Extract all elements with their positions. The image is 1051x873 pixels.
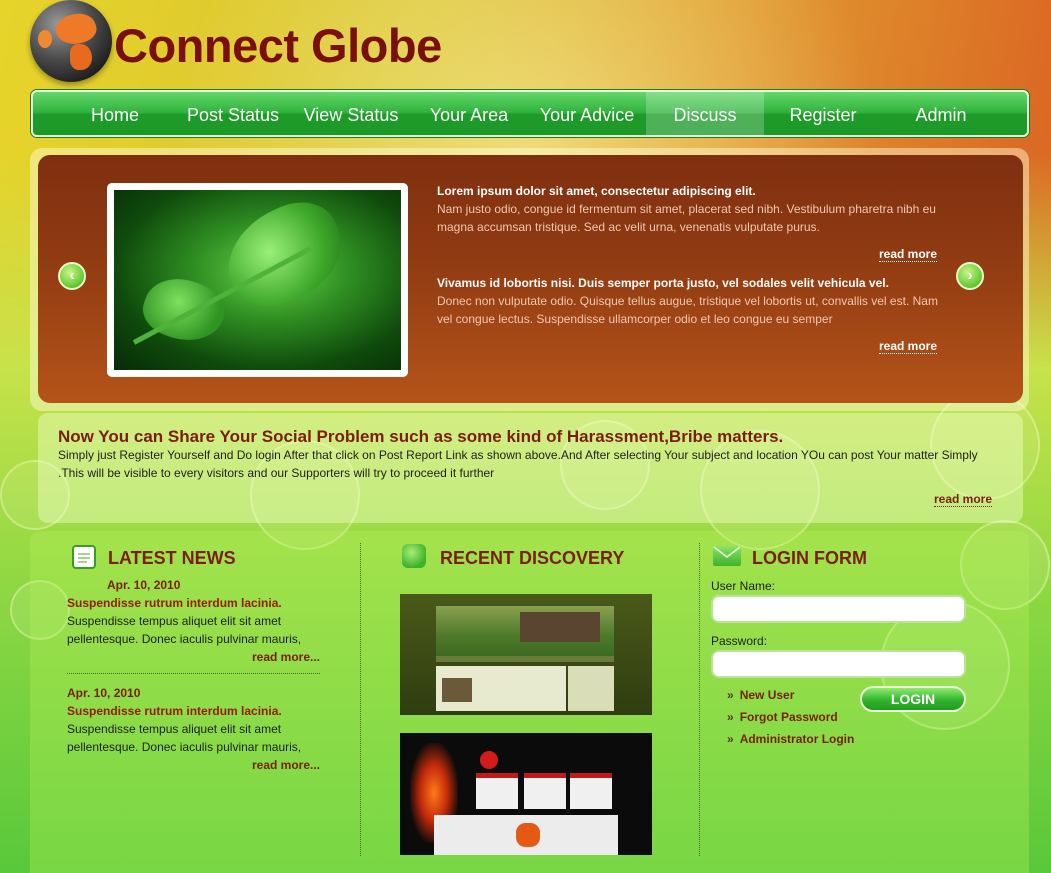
news-date: Apr. 10, 2010 bbox=[67, 686, 141, 700]
slide-body: Nam justo odio, congue id fermentum sit … bbox=[437, 202, 936, 234]
column-divider bbox=[360, 543, 361, 856]
nav-item-post-status[interactable]: Post Status bbox=[174, 92, 292, 135]
main-nav: Home Post Status View Status Your Area Y… bbox=[31, 90, 1029, 137]
slide-read-more-link[interactable]: read more bbox=[879, 339, 938, 354]
slide-item: Vivamus id lobortis nisi. Duis semper po… bbox=[437, 274, 942, 328]
site-title[interactable]: Connect Globe bbox=[114, 18, 442, 73]
slide-image bbox=[107, 183, 408, 377]
news-divider bbox=[67, 673, 320, 674]
forgot-password-link[interactable]: » Forgot Password bbox=[727, 710, 838, 724]
chat-bubble-icon bbox=[402, 544, 426, 568]
username-label: User Name: bbox=[711, 579, 776, 593]
slide-item: Lorem ipsum dolor sit amet, consectetur … bbox=[437, 182, 942, 236]
chevron-right-icon: » bbox=[727, 710, 734, 724]
news-item: Apr. 10, 2010 Suspendisse rutrum interdu… bbox=[67, 576, 327, 666]
leaf-photo bbox=[114, 190, 401, 370]
news-headline-link[interactable]: Suspendisse rutrum interdum lacinia. bbox=[67, 702, 327, 720]
intro-text: Simply just Register Yourself and Do log… bbox=[58, 448, 978, 480]
intro-read-more-link[interactable]: read more bbox=[934, 492, 993, 507]
notepad-icon bbox=[72, 545, 96, 569]
news-body: Suspendisse tempus aliquet elit sit amet… bbox=[67, 614, 302, 646]
news-date: Apr. 10, 2010 bbox=[107, 578, 181, 592]
discovery-thumbnail[interactable] bbox=[400, 594, 652, 715]
news-body: Suspendisse tempus aliquet elit sit amet… bbox=[67, 722, 302, 754]
news-item: Apr. 10, 2010 Suspendisse rutrum interdu… bbox=[67, 684, 327, 774]
latest-news-title: LATEST NEWS bbox=[108, 548, 236, 568]
administrator-login-link[interactable]: » Administrator Login bbox=[727, 732, 854, 746]
nav-item-view-status[interactable]: View Status bbox=[292, 92, 410, 135]
login-form-title: LOGIN FORM bbox=[752, 548, 867, 568]
news-read-more-link[interactable]: read more... bbox=[67, 648, 320, 666]
username-input[interactable] bbox=[711, 595, 966, 623]
left-arrow-icon[interactable]: ‹ bbox=[58, 262, 86, 290]
slide-title: Lorem ipsum dolor sit amet, consectetur … bbox=[437, 184, 756, 198]
slide-read-more-link[interactable]: read more bbox=[879, 247, 938, 262]
password-label: Password: bbox=[711, 634, 768, 648]
new-user-link[interactable]: » New User bbox=[727, 688, 794, 702]
slide-body: Donec non vulputate odio. Quisque tellus… bbox=[437, 294, 938, 326]
right-arrow-icon[interactable]: › bbox=[956, 262, 984, 290]
chevron-right-icon: » bbox=[727, 732, 734, 746]
new-user-label: New User bbox=[739, 688, 795, 702]
column-divider bbox=[699, 543, 700, 856]
intro-title: Now You can Share Your Social Problem su… bbox=[58, 427, 784, 446]
login-button[interactable]: LOGIN bbox=[860, 686, 966, 712]
recent-discovery-title: RECENT DISCOVERY bbox=[440, 548, 625, 568]
news-headline-link[interactable]: Suspendisse rutrum interdum lacinia. bbox=[67, 594, 327, 612]
slide-title: Vivamus id lobortis nisi. Duis semper po… bbox=[437, 276, 889, 290]
globe-logo-icon[interactable] bbox=[30, 0, 112, 82]
nav-item-your-area[interactable]: Your Area bbox=[410, 92, 528, 135]
administrator-login-label: Administrator Login bbox=[739, 732, 855, 746]
nav-item-home[interactable]: Home bbox=[56, 92, 174, 135]
nav-item-register[interactable]: Register bbox=[764, 92, 882, 135]
nav-item-admin[interactable]: Admin bbox=[882, 92, 1000, 135]
password-input[interactable] bbox=[711, 650, 966, 678]
envelope-icon bbox=[713, 546, 741, 566]
news-read-more-link[interactable]: read more... bbox=[67, 756, 320, 774]
nav-item-your-advice[interactable]: Your Advice bbox=[528, 92, 646, 135]
discovery-thumbnail[interactable] bbox=[400, 733, 652, 855]
chevron-right-icon: » bbox=[727, 688, 734, 702]
forgot-password-label: Forgot Password bbox=[739, 710, 838, 724]
nav-item-discuss[interactable]: Discuss bbox=[646, 92, 764, 135]
